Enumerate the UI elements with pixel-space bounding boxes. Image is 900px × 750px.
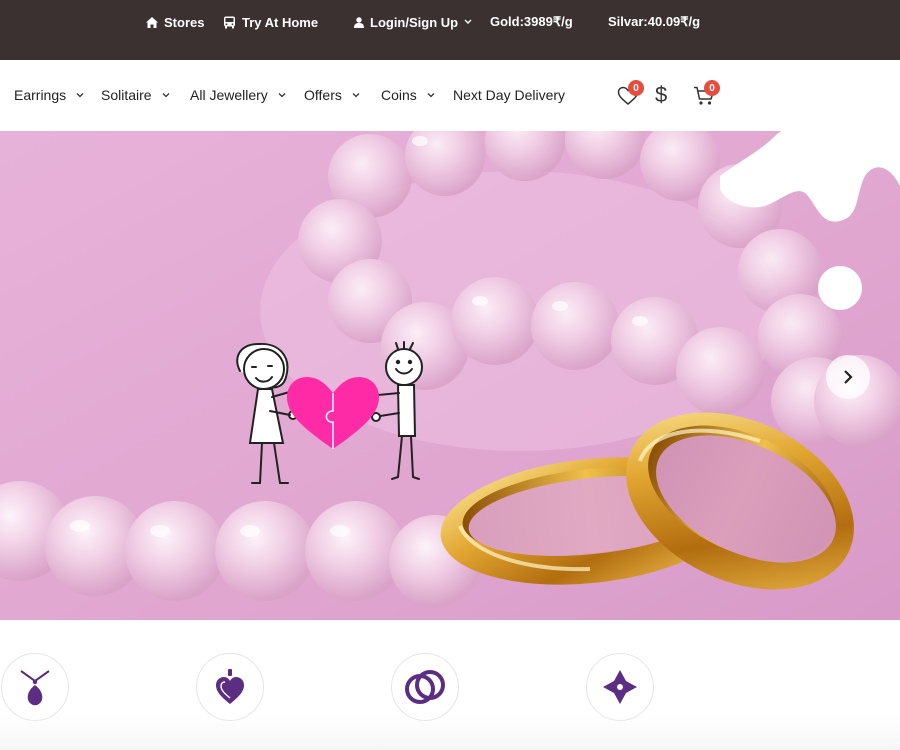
chevron-down-icon: [76, 93, 84, 98]
pendant-icon: [20, 670, 50, 706]
nav-next-day-delivery[interactable]: Next Day Delivery: [453, 86, 565, 104]
chevron-down-icon: [427, 93, 435, 98]
hero-banner[interactable]: [0, 131, 900, 620]
user-icon: [354, 16, 364, 28]
login-dropdown[interactable]: Login/Sign Up: [354, 14, 472, 30]
carousel-next-button[interactable]: [826, 355, 870, 399]
chevron-down-icon: [162, 93, 170, 98]
nav-offers[interactable]: Offers: [304, 86, 360, 104]
category-pendants[interactable]: [1, 653, 69, 721]
currency-symbol: $: [655, 82, 668, 107]
top-bar: Stores Try At Home Login/Sign Up Gold:39…: [0, 0, 900, 60]
category-heart-pendants[interactable]: [196, 653, 264, 721]
nav-all-jewellery-label: All Jewellery: [190, 87, 268, 103]
cart-count-badge: 0: [704, 80, 720, 96]
nav-all-jewellery[interactable]: All Jewellery: [190, 86, 286, 104]
chevron-down-icon: [464, 19, 472, 24]
nav-next-day-delivery-label: Next Day Delivery: [453, 87, 566, 103]
category-diamonds[interactable]: [586, 653, 654, 721]
stores-link[interactable]: Stores: [146, 14, 204, 30]
nav-earrings-label: Earrings: [14, 87, 67, 103]
currency-selector[interactable]: $: [655, 82, 675, 108]
cart-button[interactable]: 0: [693, 80, 723, 110]
chevron-down-icon: [278, 93, 286, 98]
main-nav: Earrings Solitaire All Jewellery Offers …: [0, 60, 900, 131]
gold-rate-text: Gold:3989₹/g: [490, 14, 573, 29]
heart-pendant-icon: [216, 669, 244, 704]
try-at-home-link[interactable]: Try At Home: [223, 14, 318, 30]
rings-icon: [405, 670, 445, 704]
nav-offers-label: Offers: [304, 87, 342, 103]
category-icons-row: [0, 620, 900, 750]
silver-rate: Silvar:40.09₹/g: [608, 14, 700, 30]
login-label: Login/Sign Up: [370, 14, 459, 30]
wishlist-button[interactable]: 0: [616, 80, 644, 110]
home-icon: [146, 16, 158, 28]
bus-icon: [224, 16, 235, 28]
nav-solitaire[interactable]: Solitaire: [101, 86, 170, 104]
nav-coins[interactable]: Coins: [381, 86, 435, 104]
hero-image: [0, 131, 900, 620]
try-at-home-label: Try At Home: [242, 14, 319, 30]
gold-rate: Gold:3989₹/g: [490, 14, 573, 30]
chevron-down-icon: [352, 93, 360, 98]
nav-earrings[interactable]: Earrings: [14, 86, 84, 104]
nav-coins-label: Coins: [381, 87, 417, 103]
nav-solitaire-label: Solitaire: [101, 87, 152, 103]
chevron-right-icon: [844, 370, 853, 384]
stores-label: Stores: [164, 14, 205, 30]
wishlist-count-badge: 0: [628, 80, 644, 96]
silver-rate-text: Silvar:40.09₹/g: [608, 14, 701, 29]
category-rings[interactable]: [391, 653, 459, 721]
diamond-icon: [603, 670, 637, 704]
